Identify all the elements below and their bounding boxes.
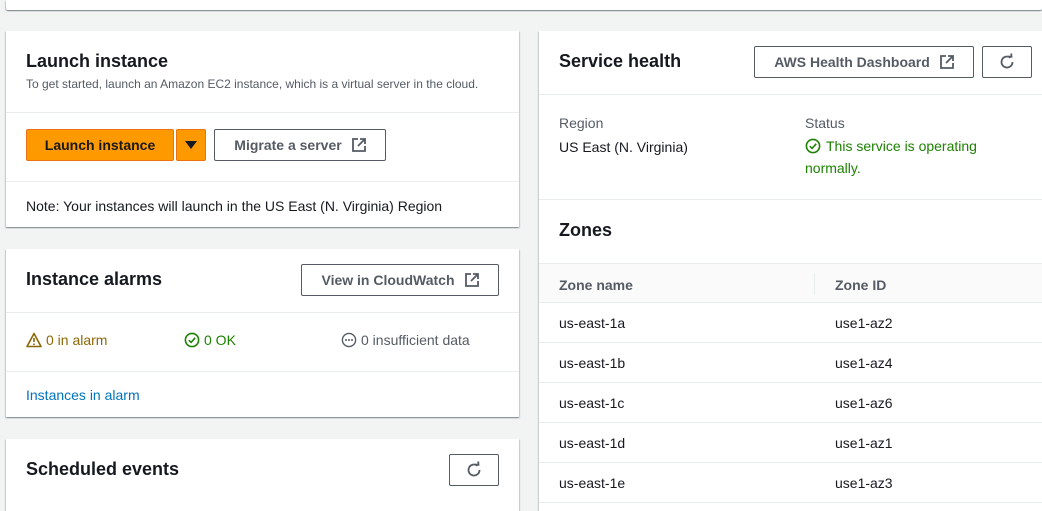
zone-id-column-header[interactable]: Zone ID bbox=[835, 277, 886, 293]
launch-instance-button-label: Launch instance bbox=[44, 137, 156, 153]
zone-name-cell: us-east-1c bbox=[559, 395, 625, 411]
insufficient-data-count: 0 insufficient data bbox=[361, 332, 470, 348]
scheduled-events-title: Scheduled events bbox=[26, 459, 180, 479]
previous-panel bbox=[6, 0, 1042, 10]
refresh-icon bbox=[1000, 53, 1014, 69]
launch-divider bbox=[6, 181, 519, 182]
instance-alarms-title: Instance alarms bbox=[26, 269, 163, 289]
external-link-icon bbox=[351, 138, 366, 152]
launch-region-note: Note: Your instances will launch in the … bbox=[26, 198, 443, 214]
status-label: Status bbox=[805, 115, 845, 131]
check-circle-icon bbox=[184, 332, 200, 348]
view-in-cloudwatch-label: View in CloudWatch bbox=[321, 272, 455, 288]
table-row: us-east-1c use1-az6 bbox=[539, 383, 1042, 423]
status-text-line2: normally. bbox=[805, 160, 861, 176]
external-link-icon bbox=[464, 273, 479, 287]
warning-icon bbox=[26, 332, 42, 348]
view-in-cloudwatch-button[interactable]: View in CloudWatch bbox=[301, 264, 499, 296]
health-divider bbox=[539, 199, 1042, 200]
check-circle-icon bbox=[805, 138, 821, 154]
in-alarm-stat[interactable]: 0 in alarm bbox=[26, 332, 107, 348]
table-row: us-east-1a use1-az2 bbox=[539, 303, 1042, 343]
zone-name-cell: us-east-1b bbox=[559, 355, 626, 371]
instances-in-alarm-link[interactable]: Instances in alarm bbox=[26, 387, 140, 403]
alarms-divider bbox=[6, 371, 519, 372]
zones-title: Zones bbox=[559, 220, 613, 240]
zone-id-cell: use1-az2 bbox=[835, 315, 893, 331]
zone-id-cell: use1-az6 bbox=[835, 395, 893, 411]
table-row: us-east-1b use1-az4 bbox=[539, 343, 1042, 383]
launch-instance-panel: Launch instance To get started, launch a… bbox=[6, 31, 519, 227]
in-alarm-count: 0 in alarm bbox=[46, 332, 108, 348]
zone-id-cell: use1-az1 bbox=[835, 435, 893, 451]
zone-id-cell: use1-az4 bbox=[835, 355, 893, 371]
zone-name-cell: us-east-1a bbox=[559, 315, 626, 331]
insufficient-data-stat[interactable]: 0 insufficient data bbox=[341, 332, 470, 348]
launch-instance-header bbox=[6, 31, 519, 113]
zone-id-cell: use1-az3 bbox=[835, 475, 893, 491]
aws-health-dashboard-button[interactable]: AWS Health Dashboard bbox=[754, 46, 974, 78]
migrate-server-button-label: Migrate a server bbox=[234, 137, 342, 153]
caret-down-icon bbox=[185, 141, 197, 149]
zone-name-cell: us-east-1e bbox=[559, 475, 626, 491]
refresh-events-button[interactable] bbox=[449, 454, 499, 486]
external-link-icon bbox=[939, 55, 954, 69]
zones-table-header: Zone name Zone ID bbox=[539, 263, 1042, 303]
ok-stat[interactable]: 0 OK bbox=[184, 332, 236, 348]
zone-name-column-header[interactable]: Zone name bbox=[559, 277, 633, 293]
launch-instance-title: Launch instance bbox=[26, 51, 169, 71]
ellipsis-circle-icon bbox=[341, 332, 357, 348]
table-row: us-east-1d use1-az1 bbox=[539, 423, 1042, 463]
table-row: us-east-1e use1-az3 bbox=[539, 463, 1042, 503]
aws-health-dashboard-label: AWS Health Dashboard bbox=[774, 54, 930, 70]
ok-count: 0 OK bbox=[204, 332, 236, 348]
launch-instance-button[interactable]: Launch instance bbox=[26, 129, 174, 161]
migrate-server-button[interactable]: Migrate a server bbox=[214, 129, 386, 161]
region-value: US East (N. Virginia) bbox=[559, 139, 688, 155]
scheduled-events-panel: Scheduled events bbox=[6, 439, 519, 511]
status-text-line1: This service is operating bbox=[826, 138, 977, 154]
refresh-health-button[interactable] bbox=[982, 46, 1032, 78]
column-separator bbox=[814, 273, 815, 295]
launch-instance-subtitle: To get started, launch an Amazon EC2 ins… bbox=[26, 77, 479, 91]
launch-options-dropdown-button[interactable] bbox=[176, 129, 206, 161]
status-value-line1: This service is operating bbox=[805, 135, 977, 157]
refresh-icon bbox=[467, 461, 481, 477]
zone-name-cell: us-east-1d bbox=[559, 435, 626, 451]
service-health-title: Service health bbox=[559, 51, 682, 71]
region-label: Region bbox=[559, 115, 604, 131]
